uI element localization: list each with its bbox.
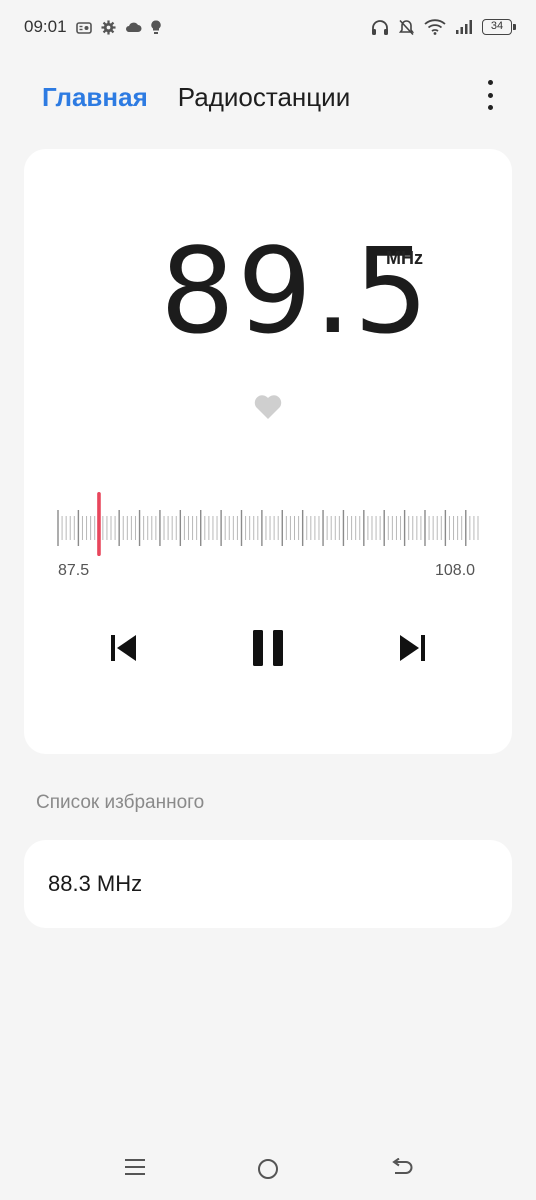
more-vertical-icon[interactable] xyxy=(484,80,496,110)
status-right: 34 xyxy=(371,19,516,36)
signal-icon xyxy=(456,20,472,34)
scale-min-label: 87.5 xyxy=(58,562,90,579)
top-tabs: Главная Радиостанции xyxy=(0,72,536,122)
status-time: 09:01 xyxy=(24,17,67,36)
skip-previous-icon[interactable] xyxy=(110,633,137,663)
menu-icon[interactable] xyxy=(124,1157,146,1177)
cloud-icon xyxy=(125,22,142,32)
radio-app-icon xyxy=(75,22,92,34)
more-dot xyxy=(487,105,493,110)
status-bar: 09:01 34 xyxy=(0,0,536,54)
wifi-icon xyxy=(424,19,446,35)
bell-off-icon xyxy=(398,19,415,35)
headphones-icon xyxy=(372,20,388,35)
battery-icon: 34 xyxy=(482,19,516,35)
tuning-needle[interactable] xyxy=(97,492,101,556)
tuning-scale[interactable] xyxy=(56,490,482,560)
system-nav-bar xyxy=(0,1145,536,1195)
heart-icon[interactable] xyxy=(253,393,283,421)
favorite-station-item[interactable]: 88.3 MHz xyxy=(24,840,512,928)
more-dot xyxy=(487,80,493,85)
favorites-title: Список избранного xyxy=(36,792,205,813)
scale-max-label: 108.0 xyxy=(435,562,476,579)
tab-stations[interactable]: Радиостанции xyxy=(178,82,350,113)
tab-home[interactable]: Главная xyxy=(42,82,148,113)
back-icon[interactable] xyxy=(389,1158,413,1180)
home-icon[interactable] xyxy=(257,1158,279,1180)
frequency-unit: MHz xyxy=(386,248,423,268)
skip-next-icon[interactable] xyxy=(399,633,426,663)
playback-controls xyxy=(0,624,536,672)
more-dot xyxy=(487,92,493,98)
pause-icon[interactable] xyxy=(251,629,285,667)
status-left: 09:01 xyxy=(24,17,161,37)
bulb-icon xyxy=(150,19,161,34)
gear-icon xyxy=(101,19,116,35)
